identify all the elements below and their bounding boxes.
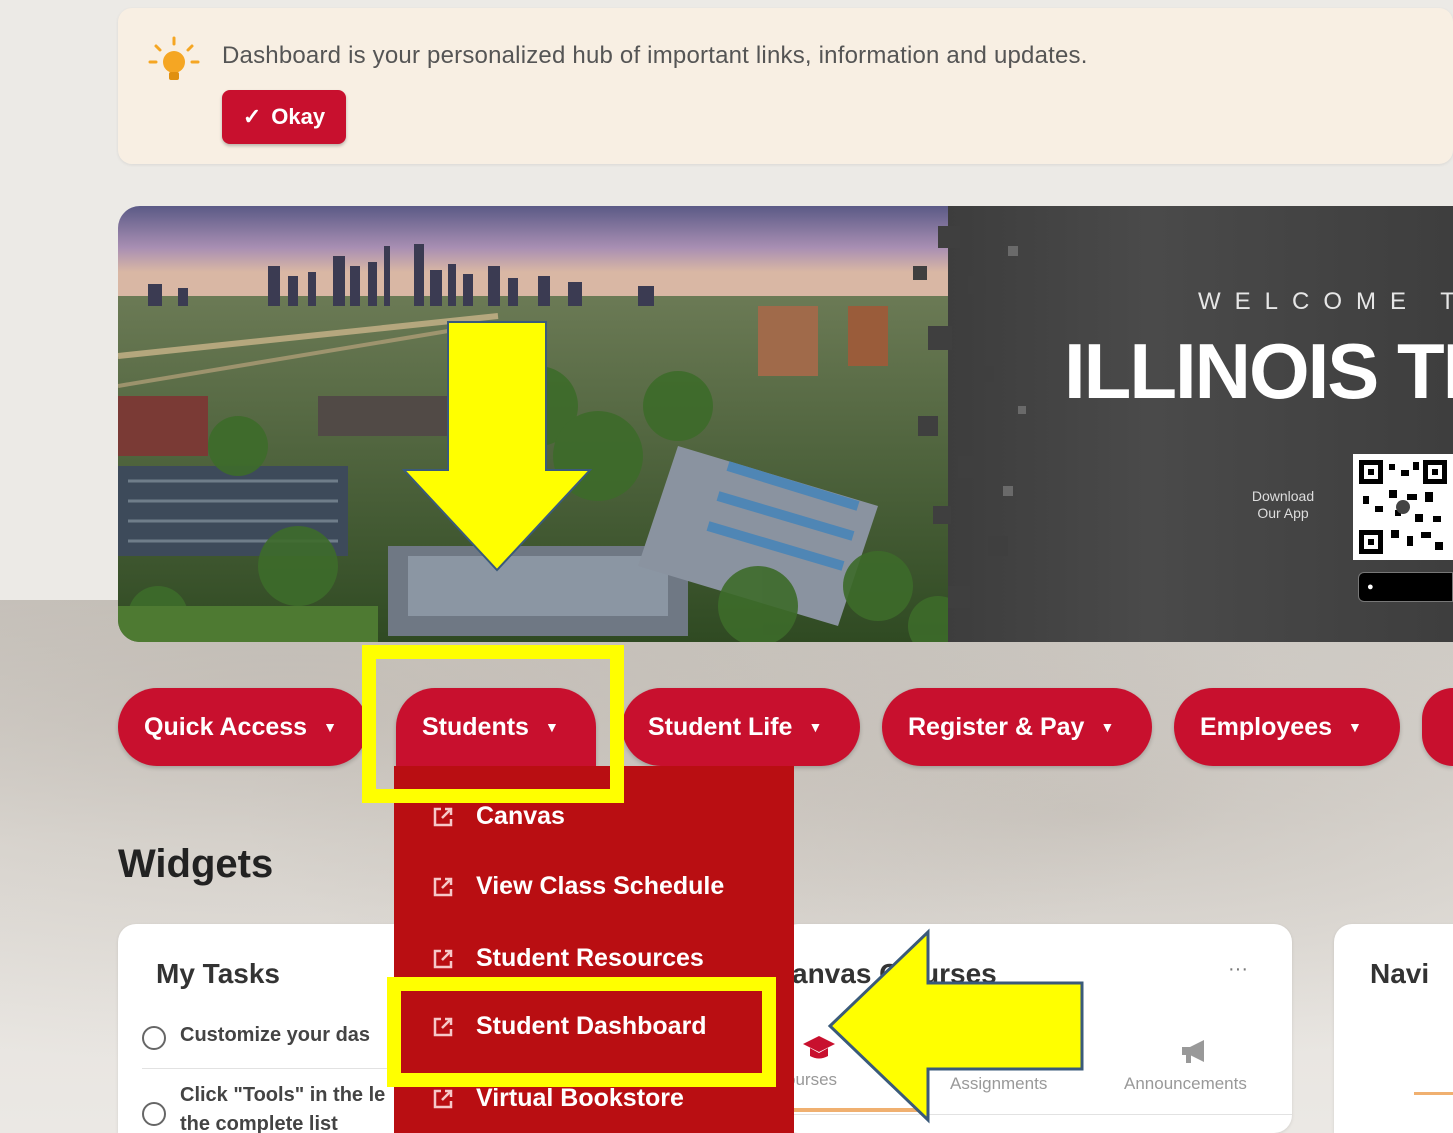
nav-quick-access[interactable]: Quick Access ▼ — [118, 688, 368, 766]
download-line-2: Our App — [1257, 505, 1309, 521]
menu-item-label: Virtual Bookstore — [476, 1084, 684, 1112]
menu-item-view-class-schedule[interactable]: View Class Schedule — [430, 872, 724, 901]
task-label: Customize your das — [180, 1024, 371, 1046]
widgets-heading: Widgets — [118, 842, 274, 886]
download-line-1: Download — [1251, 488, 1315, 504]
hero-banner: WELCOME T ILLINOIS TE Download Our App ● — [118, 206, 1453, 642]
apple-icon: ● — [1367, 581, 1374, 593]
nav-label: Register & Pay — [908, 712, 1085, 741]
task-radio[interactable] — [142, 1102, 166, 1126]
notice-text: Dashboard is your personalized hub of im… — [222, 42, 1088, 69]
menu-item-label: Student Resources — [476, 944, 704, 972]
menu-item-canvas[interactable]: Canvas — [430, 802, 565, 831]
highlight-box-students — [362, 645, 624, 803]
my-tasks-title: My Tasks — [156, 958, 280, 989]
task-item[interactable]: Customize your das — [142, 1024, 370, 1050]
active-tab-underline — [780, 1108, 920, 1112]
external-link-icon — [433, 807, 453, 826]
tab-announcements[interactable]: Announcements — [1124, 1074, 1247, 1094]
caret-down-icon: ▼ — [1100, 719, 1115, 735]
external-link-icon — [433, 877, 453, 896]
more-menu-icon[interactable]: ··· — [1228, 958, 1248, 981]
caret-down-icon: ▼ — [323, 719, 337, 735]
task-divider — [142, 1068, 418, 1069]
okay-label: Okay — [271, 104, 326, 129]
welcome-text: WELCOME T — [1198, 288, 1453, 315]
task-label-2: the complete list — [180, 1113, 338, 1133]
check-icon: ✓ — [242, 104, 262, 129]
my-tasks-card: My Tasks Customize your das Click "Tools… — [118, 924, 418, 1133]
menu-item-label: View Class Schedule — [476, 872, 725, 900]
canvas-title: anvas C — [792, 958, 900, 989]
nav-student-life[interactable]: Student Life ▼ — [622, 688, 860, 766]
okay-button[interactable]: ✓ Okay — [222, 90, 346, 144]
qr-code[interactable] — [1353, 454, 1453, 560]
app-store-badge[interactable]: ● — [1358, 572, 1453, 602]
task-label: Click "Tools" in the le — [180, 1084, 386, 1106]
nav-label: Quick Access — [144, 712, 308, 741]
task-radio[interactable] — [142, 1026, 166, 1050]
caret-down-icon: ▼ — [1348, 719, 1362, 735]
canvas-title-end: urses — [922, 958, 997, 989]
menu-item-label: Canvas — [476, 802, 565, 830]
nav-employees[interactable]: Employees ▼ — [1174, 688, 1400, 766]
qr-icon — [1359, 460, 1447, 554]
caret-down-icon: ▼ — [808, 719, 823, 735]
tab-divider — [780, 1114, 1292, 1115]
pixel-transition — [913, 226, 1026, 608]
campus-photo — [118, 206, 1018, 642]
download-app-text: Download Our App — [1228, 488, 1338, 522]
task-item[interactable]: Click "Tools" in the le the complete lis… — [142, 1084, 385, 1133]
canvas-courses-card: anvas C urses ··· ourses Assignments Ann… — [780, 924, 1292, 1133]
navigate-card: Navi — [1334, 924, 1453, 1133]
nav-register-pay[interactable]: Register & Pay ▼ — [882, 688, 1152, 766]
tab-assignments[interactable]: Assignments — [950, 1074, 1047, 1094]
graduation-cap-icon — [803, 1036, 835, 1059]
navigate-underline — [1414, 1092, 1453, 1095]
navigate-title: Navi — [1370, 958, 1430, 989]
nav-label: Student Life — [648, 712, 793, 741]
external-link-icon — [433, 949, 453, 968]
megaphone-icon — [1182, 1040, 1204, 1063]
highlight-box-student-dashboard — [387, 977, 776, 1087]
nav-label: Employees — [1200, 712, 1333, 741]
lightbulb-icon — [148, 36, 200, 80]
dashboard-notice: Dashboard is your personalized hub of im… — [118, 8, 1453, 164]
brand-title: ILLINOIS TE — [1064, 327, 1453, 415]
menu-item-virtual-bookstore[interactable]: Virtual Bookstore — [430, 1084, 684, 1113]
menu-item-student-resources[interactable]: Student Resources — [430, 944, 704, 973]
external-link-icon — [433, 1089, 453, 1108]
